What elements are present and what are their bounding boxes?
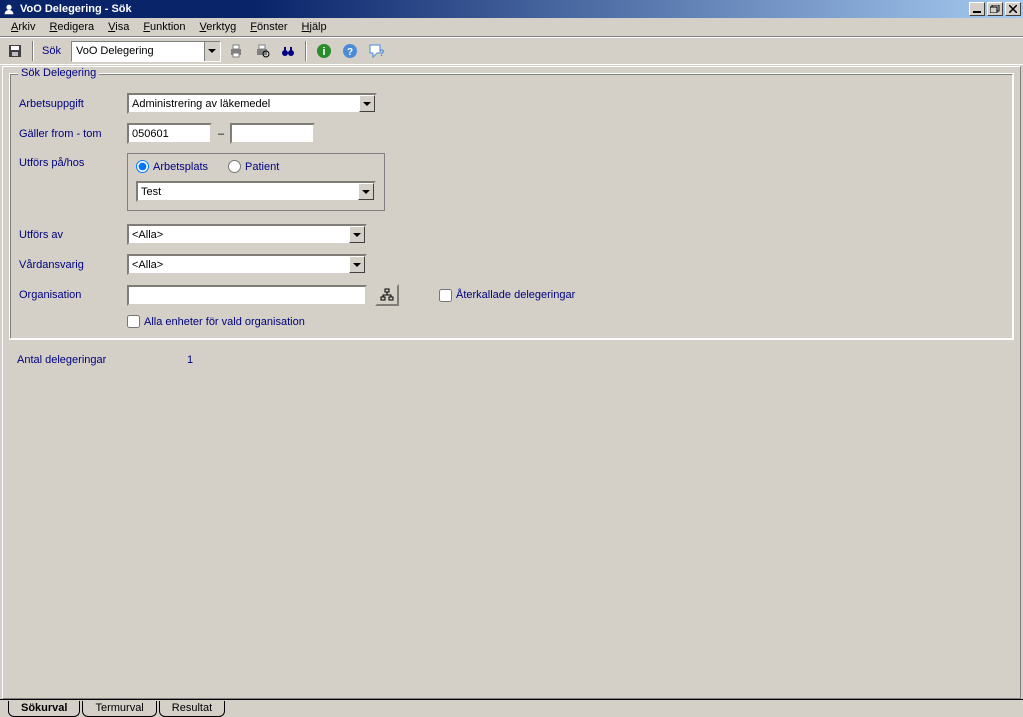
galler-sep: –	[212, 128, 230, 140]
count-value: 1	[187, 354, 193, 366]
arbetsuppgift-label: Arbetsuppgift	[19, 98, 127, 110]
count-row: Antal delegeringar 1	[3, 346, 1020, 374]
arbetsplats-value: Test	[138, 186, 358, 198]
row-alla-enheter: Alla enheter för vald organisation	[19, 315, 1004, 328]
menu-arkiv[interactable]: Arkiv	[4, 19, 42, 35]
arbetsuppgift-select[interactable]: Administrering av läkemedel	[127, 93, 377, 114]
count-label: Antal delegeringar	[17, 354, 187, 366]
aterkallade-input[interactable]	[439, 289, 452, 302]
alla-enheter-label: Alla enheter för vald organisation	[144, 316, 305, 328]
module-select-text: VoO Delegering	[72, 45, 204, 57]
print-preview-button[interactable]	[251, 40, 273, 62]
radio-arbetsplats[interactable]: Arbetsplats	[136, 160, 208, 173]
toolbar: Sök VoO Delegering i ? ?	[0, 37, 1023, 65]
window-controls	[969, 2, 1021, 16]
utfors-pa-box: Arbetsplats Patient Test	[127, 153, 385, 211]
svg-text:?: ?	[379, 48, 384, 58]
module-select-arrow[interactable]	[204, 42, 220, 61]
alla-enheter-input[interactable]	[127, 315, 140, 328]
tab-termurval[interactable]: Termurval	[82, 701, 156, 717]
radio-patient-input[interactable]	[228, 160, 241, 173]
vardansvarig-arrow[interactable]	[349, 256, 365, 273]
galler-to-input[interactable]	[230, 123, 315, 144]
whatsthis-icon[interactable]: ?	[365, 40, 387, 62]
help-icon[interactable]: ?	[339, 40, 361, 62]
row-organisation: Organisation Återkallade delegeringar	[19, 284, 1004, 306]
radio-patient[interactable]: Patient	[228, 160, 279, 173]
radio-arbetsplats-label: Arbetsplats	[153, 161, 208, 173]
info-icon[interactable]: i	[313, 40, 335, 62]
radio-patient-label: Patient	[245, 161, 279, 173]
toolbar-sep-1	[32, 41, 34, 61]
menu-funktion[interactable]: Funktion	[136, 19, 192, 35]
titlebar: VoO Delegering - Sök	[0, 0, 1023, 18]
alla-enheter-checkbox[interactable]: Alla enheter för vald organisation	[127, 315, 305, 328]
organisation-input[interactable]	[127, 285, 367, 306]
aterkallade-label: Återkallade delegeringar	[456, 289, 575, 301]
utfors-pa-label: Utförs på/hos	[19, 153, 127, 169]
module-select[interactable]: VoO Delegering	[71, 41, 221, 62]
search-groupbox: Sök Delegering Arbetsuppgift Administrer…	[9, 73, 1014, 340]
menubar: Arkiv Redigera Visa Funktion Verktyg Fön…	[0, 18, 1023, 37]
print-button[interactable]	[225, 40, 247, 62]
sok-label: Sök	[40, 45, 67, 57]
vardansvarig-value: <Alla>	[129, 259, 349, 271]
menu-redigera[interactable]: Redigera	[42, 19, 101, 35]
bottom-tabs: Sökurval Termurval Resultat	[8, 699, 1023, 717]
tab-sokurval[interactable]: Sökurval	[8, 701, 80, 717]
utfors-av-select[interactable]: <Alla>	[127, 224, 367, 245]
utfors-av-arrow[interactable]	[349, 226, 365, 243]
arbetsuppgift-arrow[interactable]	[359, 95, 375, 112]
tab-resultat[interactable]: Resultat	[159, 701, 225, 717]
binoculars-icon[interactable]	[277, 40, 299, 62]
row-arbetsuppgift: Arbetsuppgift Administrering av läkemede…	[19, 93, 1004, 114]
arbetsuppgift-value: Administrering av läkemedel	[129, 98, 359, 110]
menu-verktyg[interactable]: Verktyg	[193, 19, 244, 35]
row-utfors-pa: Utförs på/hos Arbetsplats Patient Test	[19, 153, 1004, 215]
group-legend: Sök Delegering	[18, 67, 99, 79]
galler-from-input[interactable]	[127, 123, 212, 144]
menu-hjalp[interactable]: Hjälp	[295, 19, 334, 35]
menu-fonster[interactable]: Fönster	[243, 19, 294, 35]
row-utfors-av: Utförs av <Alla>	[19, 224, 1004, 245]
svg-text:?: ?	[347, 47, 353, 58]
organisation-label: Organisation	[19, 289, 127, 301]
galler-label: Gäller from - tom	[19, 128, 127, 140]
vardansvarig-label: Vårdansvarig	[19, 259, 127, 271]
save-button[interactable]	[4, 40, 26, 62]
minimize-button[interactable]	[969, 2, 985, 16]
vardansvarig-select[interactable]: <Alla>	[127, 254, 367, 275]
radio-arbetsplats-input[interactable]	[136, 160, 149, 173]
aterkallade-checkbox[interactable]: Återkallade delegeringar	[439, 289, 575, 302]
org-tree-icon	[380, 288, 394, 302]
utfors-av-value: <Alla>	[129, 229, 349, 241]
org-browse-button[interactable]	[375, 284, 399, 306]
arbetsplats-select[interactable]: Test	[136, 181, 376, 202]
arbetsplats-arrow[interactable]	[358, 183, 374, 200]
toolbar-sep-2	[305, 41, 307, 61]
app-icon	[2, 2, 16, 16]
close-button[interactable]	[1005, 2, 1021, 16]
svg-text:i: i	[322, 46, 325, 58]
row-vardansvarig: Vårdansvarig <Alla>	[19, 254, 1004, 275]
utfors-av-label: Utförs av	[19, 229, 127, 241]
window-title: VoO Delegering - Sök	[20, 3, 969, 15]
row-galler: Gäller from - tom –	[19, 123, 1004, 144]
restore-button[interactable]	[987, 2, 1003, 16]
content-panel: Sök Delegering Arbetsuppgift Administrer…	[2, 66, 1021, 699]
menu-visa[interactable]: Visa	[101, 19, 136, 35]
